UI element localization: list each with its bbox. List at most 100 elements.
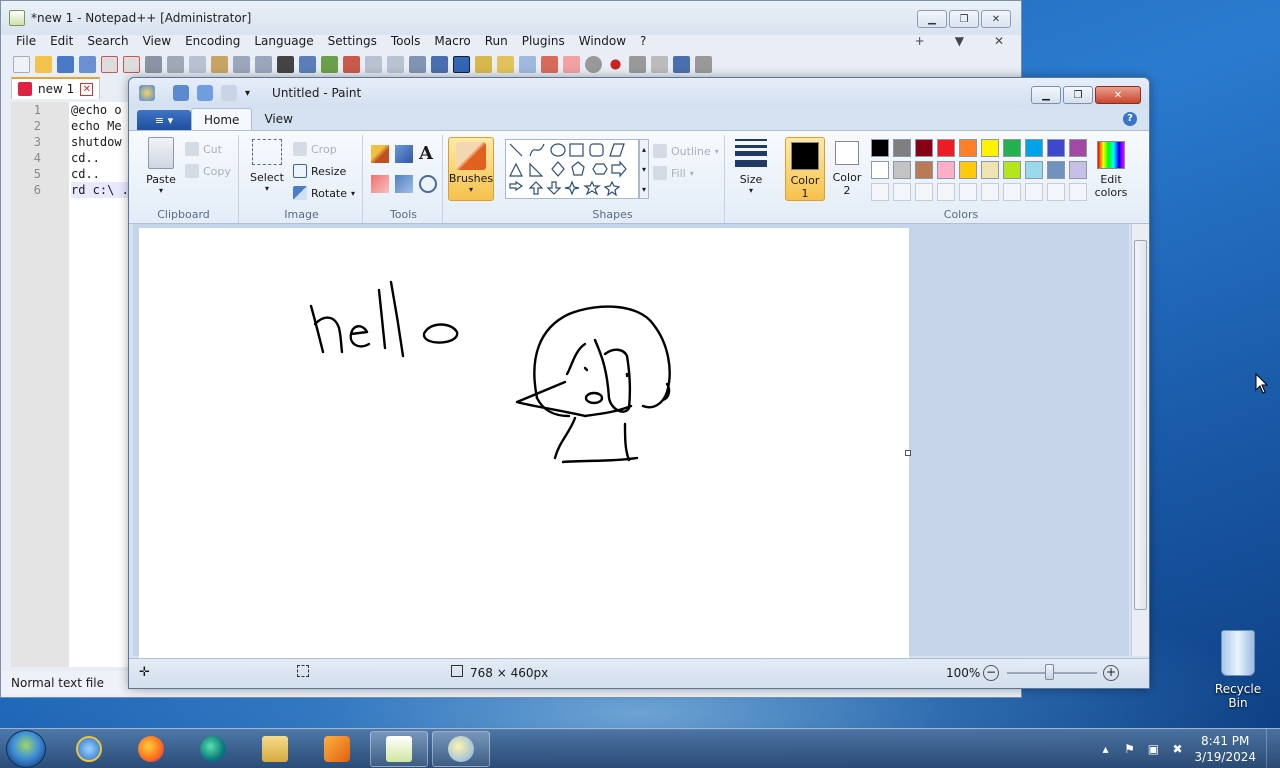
palette-swatch[interactable]	[1025, 139, 1043, 157]
edit-colors-button[interactable]: Edit colors	[1089, 141, 1133, 199]
close-doc-button[interactable]: ✕	[987, 35, 1011, 47]
record-icon[interactable]	[610, 58, 621, 70]
save-icon[interactable]	[57, 55, 74, 73]
palette-swatch[interactable]	[1025, 161, 1043, 179]
paint-menu-button[interactable]: ≡ ▾	[137, 110, 191, 130]
action-center-flag-icon[interactable]: ⚑	[1122, 742, 1136, 756]
palette-swatch[interactable]	[959, 139, 977, 157]
paint-app-icon[interactable]	[139, 85, 155, 101]
scrollbar-thumb[interactable]	[1134, 240, 1147, 610]
code-line[interactable]: @echo o	[71, 102, 129, 118]
quick-redo-icon[interactable]	[221, 85, 237, 101]
help-icon[interactable]: ?	[1123, 112, 1137, 126]
close-tab-icon[interactable]: ✕	[80, 82, 94, 96]
start-button[interactable]	[6, 730, 46, 768]
shapes-scroll[interactable]: ▴ ▾ ▾	[639, 139, 649, 199]
stop-icon[interactable]	[629, 55, 646, 73]
zoom-slider-thumb[interactable]	[1045, 664, 1054, 680]
cut-icon[interactable]	[167, 55, 184, 73]
zoom-out-icon[interactable]	[343, 55, 360, 73]
redo-icon[interactable]	[255, 55, 272, 73]
menu-window[interactable]: Window	[572, 35, 633, 51]
find-icon[interactable]	[277, 55, 294, 73]
palette-swatch[interactable]	[1069, 139, 1087, 157]
paste-button[interactable]: Paste ▾	[139, 137, 183, 195]
tab-list-button[interactable]: ▼	[948, 35, 971, 47]
quick-undo-icon[interactable]	[197, 85, 213, 101]
recycle-bin[interactable]: Recycle Bin	[1204, 630, 1272, 710]
word-wrap-icon[interactable]	[409, 55, 426, 73]
open-folder-icon[interactable]	[35, 55, 52, 73]
palette-swatch[interactable]	[1047, 139, 1065, 157]
custom-color-slot[interactable]	[1069, 183, 1087, 201]
network-icon[interactable]: ▣	[1146, 742, 1160, 756]
tab-view[interactable]: View	[252, 108, 304, 130]
close-button[interactable]: ✕	[981, 10, 1011, 28]
palette-swatch[interactable]	[1003, 161, 1021, 179]
menu-file[interactable]: File	[9, 35, 43, 51]
pencil-icon[interactable]	[371, 145, 389, 163]
restore-button[interactable]: ❐	[949, 10, 979, 28]
show-desktop-button[interactable]	[1266, 729, 1280, 768]
folder-workspace-icon[interactable]	[519, 55, 536, 73]
menu-plugins[interactable]: Plugins	[515, 35, 572, 51]
code-line[interactable]: rd c:\ .	[71, 182, 129, 198]
custom-color-slot[interactable]	[893, 183, 911, 201]
menu-edit[interactable]: Edit	[43, 35, 80, 51]
undo-icon[interactable]	[233, 55, 250, 73]
clock[interactable]: 8:41 PM 3/19/2024	[1194, 733, 1256, 765]
palette-swatch[interactable]	[871, 139, 889, 157]
taskbar-notepadpp[interactable]	[370, 731, 428, 767]
taskbar-ie[interactable]	[60, 731, 118, 767]
magnifier-icon[interactable]	[419, 175, 437, 193]
customize-quick-access-icon[interactable]: ▾	[245, 88, 250, 99]
close-icon[interactable]	[101, 55, 118, 73]
show-all-chars-icon[interactable]	[431, 55, 448, 73]
crop-button[interactable]: Crop	[293, 139, 337, 159]
code-line[interactable]: echo Me	[71, 118, 129, 134]
doc-map-icon[interactable]	[475, 55, 492, 73]
cut-button[interactable]: Cut	[185, 139, 222, 159]
palette-swatch[interactable]	[959, 161, 977, 179]
fill-button[interactable]: Fill ▾	[653, 163, 694, 183]
function-list-icon[interactable]	[497, 55, 514, 73]
tab-home[interactable]: Home	[191, 108, 253, 130]
size-button[interactable]: Size ▾	[731, 139, 771, 195]
print-icon[interactable]	[145, 55, 162, 73]
menu-run[interactable]: Run	[478, 35, 515, 51]
code-line[interactable]: shutdow	[71, 134, 129, 150]
save-macro-icon[interactable]	[695, 55, 712, 73]
fill-bucket-icon[interactable]	[395, 145, 413, 163]
taskbar-firefox[interactable]	[122, 731, 180, 767]
menu-settings[interactable]: Settings	[321, 35, 384, 51]
paint-minimize-button[interactable]: ▁	[1031, 86, 1061, 104]
palette-swatch[interactable]	[893, 161, 911, 179]
taskbar-explorer[interactable]	[246, 731, 304, 767]
playback-icon[interactable]	[651, 55, 668, 73]
palette-swatch[interactable]	[937, 161, 955, 179]
notepadpp-titlebar[interactable]: *new 1 - Notepad++ [Administrator] ▁ ❐ ✕	[1, 1, 1021, 35]
quick-save-icon[interactable]	[173, 85, 189, 101]
zoom-out-button[interactable]: −	[983, 665, 999, 681]
editor-area[interactable]: 1 2 3 4 5 6 @echo o echo Me shutdow cd..…	[11, 102, 131, 667]
volume-muted-icon[interactable]: ✖	[1170, 742, 1184, 756]
zoom-in-button[interactable]: +	[1103, 665, 1119, 681]
copy-button[interactable]: Copy	[185, 161, 231, 181]
custom-color-slot[interactable]	[1047, 183, 1065, 201]
palette-swatch[interactable]	[981, 139, 999, 157]
palette-swatch[interactable]	[893, 139, 911, 157]
stop-record-icon[interactable]	[585, 55, 602, 73]
shapes-gallery[interactable]	[505, 139, 639, 199]
custom-color-slot[interactable]	[1003, 183, 1021, 201]
vertical-scrollbar[interactable]	[1131, 224, 1149, 656]
color-picker-icon[interactable]	[395, 175, 413, 193]
menu-help[interactable]: ?	[633, 35, 653, 51]
code-line[interactable]: cd..	[71, 166, 129, 182]
replace-icon[interactable]	[299, 55, 316, 73]
indent-guide-icon[interactable]	[453, 55, 470, 73]
palette-swatch[interactable]	[915, 139, 933, 157]
custom-color-slot[interactable]	[871, 183, 889, 201]
custom-color-slot[interactable]	[915, 183, 933, 201]
paint-window[interactable]: ▾ Untitled - Paint ▁ ❐ ✕ ≡ ▾ Home View ?…	[128, 77, 1150, 689]
paint-titlebar[interactable]: ▾ Untitled - Paint ▁ ❐ ✕	[129, 78, 1149, 108]
